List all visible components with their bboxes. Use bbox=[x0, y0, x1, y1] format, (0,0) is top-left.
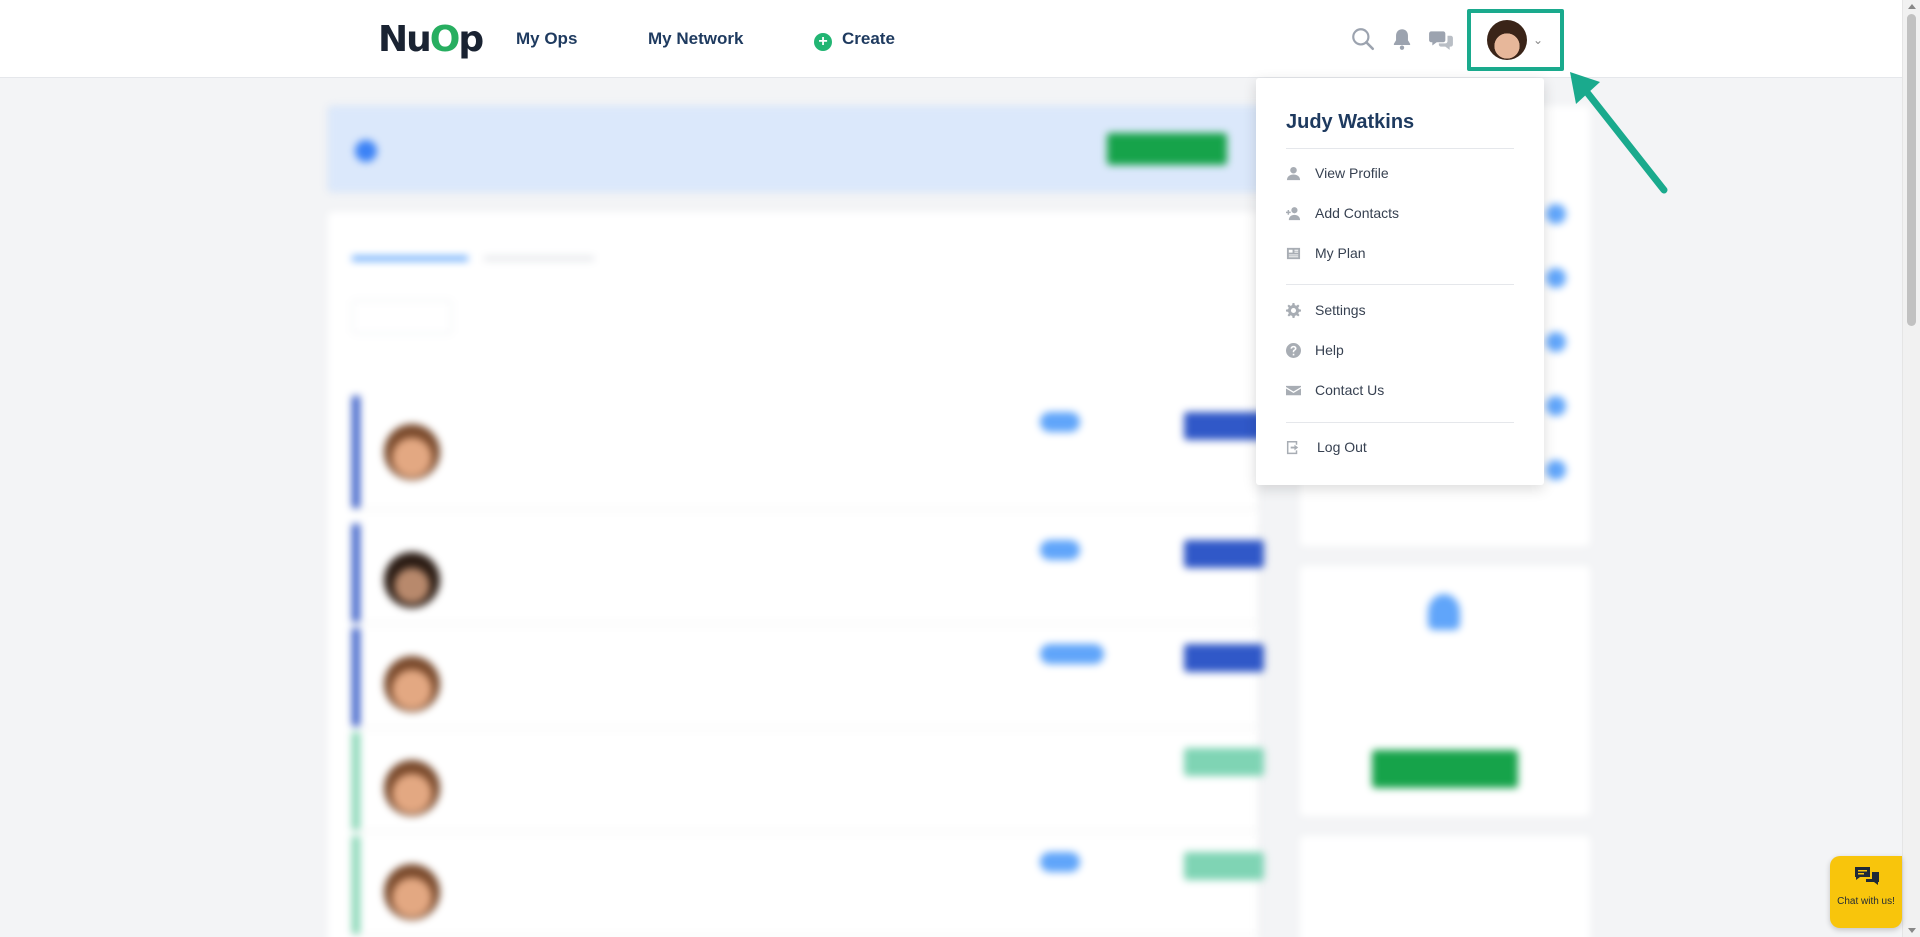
page-scrollbar[interactable] bbox=[1902, 0, 1920, 937]
menu-item-label: My Plan bbox=[1315, 245, 1366, 261]
person-icon bbox=[1546, 332, 1566, 352]
tab-placeholder-1 bbox=[352, 248, 468, 261]
avatar bbox=[1487, 20, 1527, 60]
menu-item-add-contacts[interactable]: Add Contacts bbox=[1286, 202, 1516, 224]
add-user-icon bbox=[1286, 206, 1301, 220]
row-action bbox=[1184, 412, 1264, 440]
info-banner bbox=[328, 106, 1288, 192]
envelope-icon bbox=[1286, 385, 1301, 395]
menu-divider bbox=[1286, 148, 1514, 149]
help-icon bbox=[1286, 342, 1301, 358]
menu-item-label: Help bbox=[1315, 342, 1344, 358]
create-button[interactable]: + Create bbox=[814, 28, 895, 51]
menu-item-label: Settings bbox=[1315, 302, 1366, 318]
row-pill bbox=[1040, 644, 1104, 664]
info-icon bbox=[355, 140, 377, 162]
banner-action-button bbox=[1107, 133, 1227, 165]
row-avatar bbox=[384, 760, 440, 816]
plus-circle-icon: + bbox=[814, 33, 832, 51]
nav-my-network[interactable]: My Network bbox=[648, 28, 743, 50]
row-avatar bbox=[384, 552, 440, 608]
list-item bbox=[352, 836, 1264, 934]
create-label: Create bbox=[842, 29, 895, 48]
row-action bbox=[1184, 644, 1264, 672]
menu-item-label: View Profile bbox=[1315, 165, 1389, 181]
chat-widget-button[interactable]: Chat with us! bbox=[1830, 856, 1902, 928]
filters-button bbox=[352, 300, 452, 334]
person-icon bbox=[1546, 268, 1566, 288]
profile-dropdown-menu: Judy Watkins View Profile Add Contacts M… bbox=[1256, 78, 1544, 485]
opportunities-card bbox=[328, 212, 1264, 937]
search-icon[interactable] bbox=[1350, 26, 1376, 52]
person-icon bbox=[1546, 460, 1566, 480]
menu-user-name: Judy Watkins bbox=[1286, 111, 1415, 133]
row-avatar bbox=[384, 656, 440, 712]
profile-menu-toggle[interactable]: ⌄ bbox=[1467, 9, 1564, 71]
menu-item-label: Log Out bbox=[1317, 439, 1367, 455]
row-action bbox=[1184, 852, 1264, 880]
scroll-up-icon[interactable] bbox=[1908, 4, 1916, 9]
person-icon bbox=[1428, 594, 1460, 630]
menu-divider bbox=[1286, 422, 1514, 423]
row-action bbox=[1184, 748, 1264, 776]
tab-placeholder-2 bbox=[484, 248, 594, 261]
row-action bbox=[1184, 540, 1264, 568]
chat-bubbles-icon bbox=[1855, 867, 1879, 885]
row-pill bbox=[1040, 852, 1080, 872]
nav-my-ops[interactable]: My Ops bbox=[516, 28, 577, 50]
scrollbar-thumb[interactable] bbox=[1907, 14, 1916, 326]
annotation-arrow-icon bbox=[1570, 72, 1668, 194]
chat-bubbles-icon[interactable] bbox=[1428, 26, 1454, 52]
sidebar-card-invite bbox=[1300, 566, 1590, 816]
list-item bbox=[352, 524, 1264, 622]
person-icon bbox=[1546, 396, 1566, 416]
row-avatar bbox=[384, 424, 440, 480]
list-item bbox=[352, 396, 1264, 508]
menu-item-view-profile[interactable]: View Profile bbox=[1286, 162, 1516, 184]
menu-item-help[interactable]: Help bbox=[1286, 339, 1516, 361]
nuop-logo[interactable]: NuOp bbox=[378, 20, 484, 60]
menu-divider bbox=[1286, 284, 1514, 285]
row-pill bbox=[1040, 540, 1080, 560]
list-item bbox=[352, 732, 1264, 830]
gear-icon bbox=[1286, 302, 1301, 318]
chevron-down-icon: ⌄ bbox=[1533, 33, 1544, 47]
row-avatar bbox=[384, 864, 440, 920]
menu-item-log-out[interactable]: Log Out bbox=[1286, 436, 1516, 458]
menu-item-label: Add Contacts bbox=[1315, 205, 1400, 221]
user-icon bbox=[1286, 166, 1301, 180]
sidebar-card-links bbox=[1300, 836, 1590, 937]
top-header: NuOp My Ops My Network + Create ⌄ bbox=[0, 0, 1902, 78]
menu-item-label: Contact Us bbox=[1315, 382, 1385, 398]
invite-button bbox=[1372, 750, 1518, 788]
menu-item-contact-us[interactable]: Contact Us bbox=[1286, 379, 1516, 401]
row-pill bbox=[1040, 412, 1080, 432]
list-item bbox=[352, 628, 1264, 726]
chat-widget-label: Chat with us! bbox=[1837, 896, 1895, 907]
bell-icon[interactable] bbox=[1389, 26, 1415, 52]
plan-icon bbox=[1286, 247, 1301, 259]
logout-icon bbox=[1286, 440, 1299, 454]
menu-item-settings[interactable]: Settings bbox=[1286, 299, 1516, 321]
person-icon bbox=[1546, 204, 1566, 224]
scroll-down-icon[interactable] bbox=[1908, 928, 1916, 933]
menu-item-my-plan[interactable]: My Plan bbox=[1286, 242, 1516, 264]
